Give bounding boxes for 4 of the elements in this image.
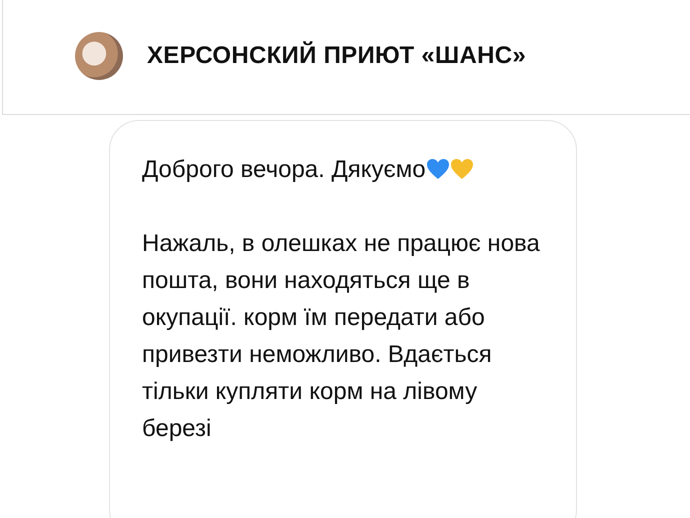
avatar-photo-placeholder[interactable]: [75, 32, 123, 80]
message-text: Нажаль, в олешках не працює нова пошта, вони находяться ще в окупації. корм їм передати або привезти неможливо. Вдається тільки купляти корм на лівому березі: [142, 229, 541, 444]
message-text: Доброго вечора. Дякуємо: [142, 156, 426, 183]
chat-title[interactable]: ХЕРСОНСКИЙ ПРИЮТ «ШАНС»: [147, 42, 526, 70]
